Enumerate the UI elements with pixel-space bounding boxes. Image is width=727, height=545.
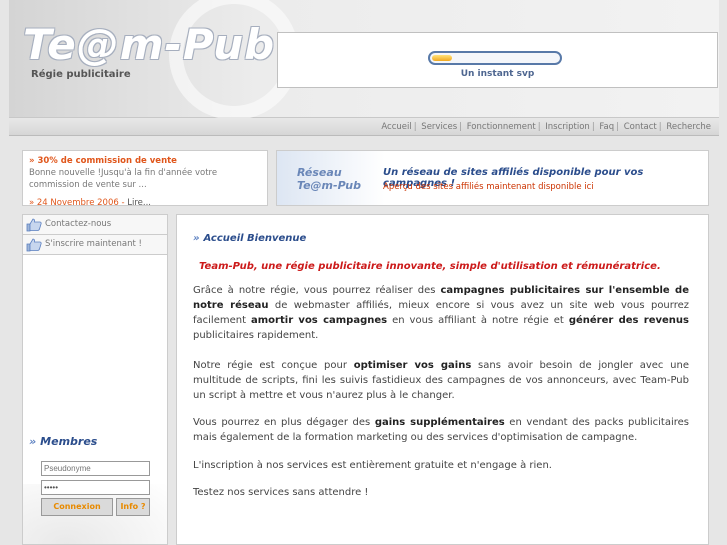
text: publicitaires rapidement. [193,330,319,341]
emphasis: générer des revenus [568,315,689,326]
news-body: Bonne nouvelle !Jusqu'à la fin d'année v… [29,168,218,190]
loading-progress-bar [428,51,562,65]
emphasis: optimiser vos gains [353,360,472,371]
thumbs-up-icon [26,238,42,252]
reseau-logo-line2: Te@m-Pub [297,179,361,192]
loading-text: Un instant svp [460,69,535,79]
paragraph-2: Notre régie est conçue pour optimiser vo… [193,358,689,403]
info-button[interactable]: Info ? [116,498,150,516]
loading-progress-fill [432,55,452,61]
nav-recherche[interactable]: Recherche [666,122,711,132]
text: en vous affiliant à notre régie et [387,315,569,326]
news-read-more-link[interactable]: Lire... [127,198,151,205]
page-title-text: Accueil Bienvenue [203,233,307,244]
news-box: » 30% de commission de vente Bonne nouve… [22,150,268,206]
sidebar-item-label: Contactez-nous [45,219,112,229]
page-title: » Accueil Bienvenue [193,233,306,244]
paragraph-5: Testez nos services sans attendre ! [193,487,369,498]
news-title[interactable]: » 30% de commission de vente [29,155,261,167]
reseau-logo: Réseau Te@m-Pub [297,166,361,192]
loading-panel: Un instant svp [277,32,718,88]
main-content: » Accueil Bienvenue Team-Pub, une régie p… [176,214,709,545]
login-button[interactable]: Connexion [41,498,113,516]
members-heading-text: Membres [40,435,98,448]
sidebar: Contactez-nous S'inscrire maintenant ! »… [22,214,168,545]
nav-faq[interactable]: Faq [599,122,614,132]
nav-fonctionnement[interactable]: Fonctionnement [467,122,536,132]
reseau-banner[interactable]: Réseau Te@m-Pub Un réseau de sites affil… [276,150,709,206]
reseau-logo-line1: Réseau [297,166,342,179]
paragraph-1: Grâce à notre régie, vous pourrez réalis… [193,283,689,343]
site-tagline: Régie publicitaire [31,69,131,80]
paragraph-3: Vous pourrez en plus dégager des gains s… [193,415,689,445]
paragraph-4: L'inscription à nos services est entière… [193,460,552,471]
main-nav: Accueil | Services | Fonctionnement | Inscr… [9,118,719,136]
double-chevron-icon: » [29,435,37,448]
sidebar-item-contact[interactable]: Contactez-nous [23,215,167,235]
emphasis: gains supplémentaires [374,417,505,428]
site-logo[interactable]: Te@m-Pub [23,20,275,69]
news-date-line: » 24 Novembre 2006 - Lire... [29,197,151,206]
sidebar-item-signup[interactable]: S'inscrire maintenant ! [23,235,167,255]
reseau-subtitle-link[interactable]: Aperçu des sites affiliés maintenant dis… [383,182,594,192]
news-date: » 24 Novembre 2006 - [29,198,128,206]
nav-services[interactable]: Services [421,122,457,132]
members-heading: » Membres [29,435,97,448]
username-input[interactable] [41,461,150,476]
nav-inscription[interactable]: Inscription [545,122,590,132]
sidebar-item-label: S'inscrire maintenant ! [45,239,142,249]
emphasis: amortir vos campagnes [251,315,388,326]
double-chevron-icon: » [193,233,200,244]
nav-contact[interactable]: Contact [624,122,657,132]
password-input[interactable] [41,480,150,495]
text: Grâce à notre régie, vous pourrez réalis… [193,285,441,296]
nav-accueil[interactable]: Accueil [381,122,411,132]
thumbs-up-icon [26,218,42,232]
site-header: Te@m-Pub Régie publicitaire Un instant s… [9,0,719,120]
intro-text: Team-Pub, une régie publicitaire innovan… [199,261,661,272]
text: Notre régie est conçue pour [193,360,354,371]
text: Vous pourrez en plus dégager des [193,417,375,428]
